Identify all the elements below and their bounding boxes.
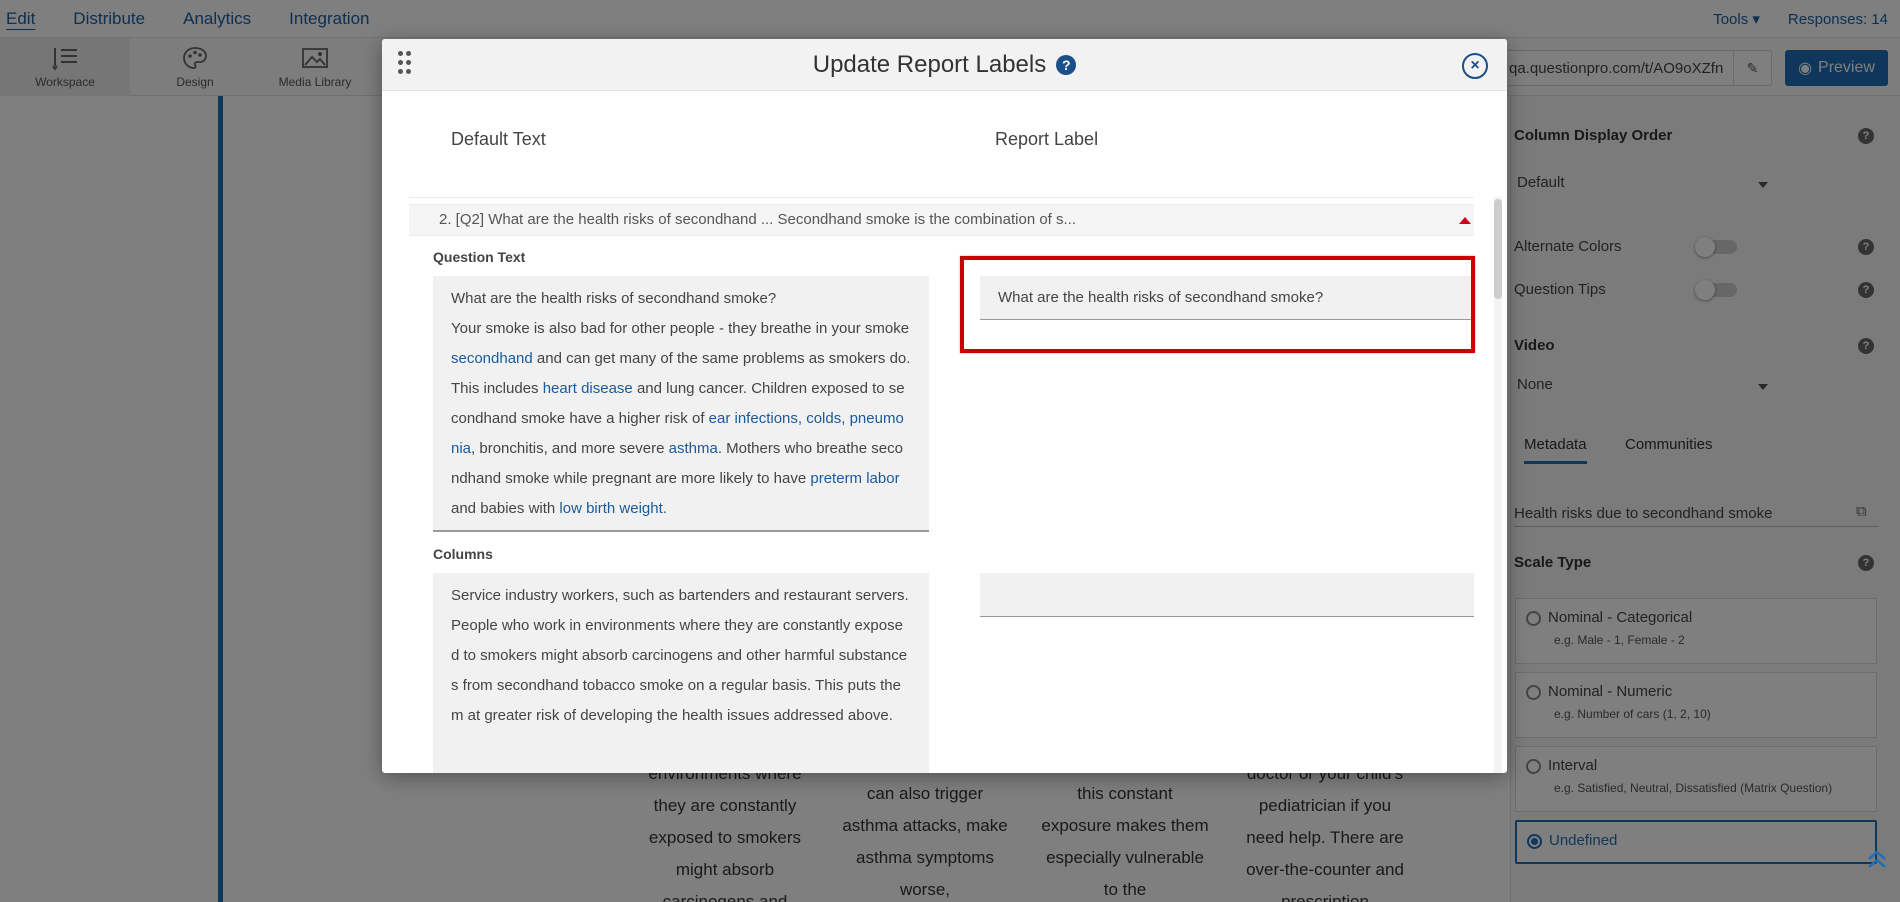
scrollbar-thumb[interactable] [1494, 199, 1502, 299]
columns-report-label-input[interactable] [998, 573, 1458, 616]
help-icon[interactable]: ? [1056, 55, 1077, 75]
update-report-labels-modal: Update Report Labels ? × Default Text Re… [382, 39, 1507, 773]
link[interactable]: asthma [669, 440, 718, 457]
columns-report-label-field[interactable] [980, 573, 1474, 617]
caret-up-icon[interactable] [1459, 217, 1471, 224]
link[interactable]: heart disease [543, 380, 633, 397]
link[interactable]: colds [806, 410, 841, 427]
question-text-label: Question Text [433, 249, 526, 265]
question-report-label-input[interactable] [998, 276, 1458, 319]
modal-title-text: Update Report Labels [812, 51, 1047, 78]
column-header-default-text: Default Text [451, 129, 546, 149]
question-default-text: What are the health risks of secondhand … [433, 276, 929, 532]
divider [409, 197, 1474, 198]
modal-scrollbar[interactable] [1494, 197, 1502, 773]
accordion-title: 2. [Q2] What are the health risks of sec… [439, 211, 1077, 228]
close-button[interactable]: × [1462, 53, 1488, 79]
link[interactable]: low birth weight [559, 500, 662, 517]
scroll-to-top-icon[interactable] [1864, 846, 1890, 872]
modal-title: Update Report Labels ? [382, 39, 1507, 91]
columns-default-text: Service industry workers, such as barten… [433, 573, 929, 773]
columns-label: Columns [433, 546, 493, 562]
link[interactable]: preterm labor [810, 470, 899, 487]
question-default-title: What are the health risks of secondhand … [451, 290, 777, 307]
question-default-body: Your smoke is also bad for other people … [451, 320, 911, 517]
link[interactable]: secondhand [451, 350, 533, 367]
link[interactable]: ear infections [709, 410, 798, 427]
question-accordion-header[interactable]: 2. [Q2] What are the health risks of sec… [409, 204, 1474, 236]
question-report-label-field[interactable] [980, 276, 1474, 320]
column-header-report-label: Report Label [995, 129, 1099, 149]
modal-header: Update Report Labels ? × [382, 39, 1507, 91]
labels-scroll-area[interactable]: 2. [Q2] What are the health risks of sec… [409, 204, 1474, 773]
